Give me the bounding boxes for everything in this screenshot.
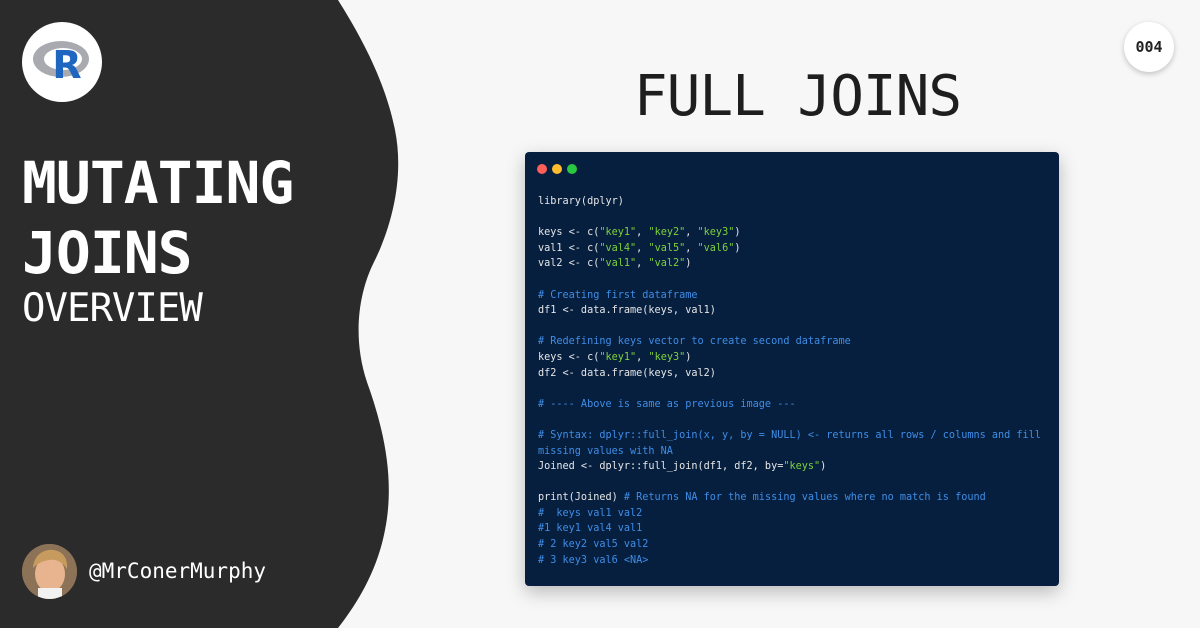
sidebar-title: MUTATING JOINS: [22, 148, 294, 288]
page-title: FULL JOINS: [633, 64, 962, 129]
code-comment: # 2 key2 val5 val2: [538, 539, 649, 551]
code-window: library(dplyr) keys <- c("key1", "key2", …: [525, 152, 1059, 586]
code-text: print(Joined): [538, 492, 624, 504]
code-comment: missing values with NA: [538, 445, 673, 457]
r-logo-letter: R: [52, 43, 81, 87]
code-text: ,: [685, 242, 698, 254]
maximize-dot-icon: [567, 164, 577, 174]
window-controls: [537, 164, 577, 174]
sidebar-title-line2: JOINS: [22, 219, 193, 287]
code-text: ,: [636, 351, 649, 363]
code-line: df1 <- data.frame(keys, val1): [538, 303, 1049, 319]
code-line: print(Joined) # Returns NA for the missi…: [538, 490, 1049, 506]
code-text: ,: [685, 227, 698, 239]
author-handle[interactable]: @MrConerMurphy: [89, 559, 266, 583]
code-line: # keys val1 val2: [538, 506, 1049, 522]
code-string: "val1": [599, 258, 637, 270]
minimize-dot-icon: [552, 164, 562, 174]
code-text: ,: [636, 258, 649, 270]
code-string: "val4": [599, 242, 637, 254]
code-string: "key2": [648, 227, 686, 239]
code-string: "val6": [697, 242, 735, 254]
code-string: "key1": [599, 351, 637, 363]
code-line: # 3 key3 val6 <NA>: [538, 553, 1049, 569]
code-string: "val5": [648, 242, 686, 254]
code-line: # Creating first dataframe: [538, 288, 1049, 304]
code-text: ): [685, 258, 692, 270]
code-line: #1 key1 val4 val1: [538, 521, 1049, 537]
code-line: # 2 key2 val5 val2: [538, 537, 1049, 553]
code-text: ,: [636, 242, 649, 254]
close-dot-icon: [537, 164, 547, 174]
code-text: df2 <- data.frame(keys, val2): [538, 367, 716, 379]
code-text: library(dplyr): [538, 196, 624, 207]
code-line: Joined <- dplyr::full_join(df1, df2, by=…: [538, 459, 1049, 475]
code-text: Joined <- dplyr::full_join(df1, df2, by=: [538, 461, 784, 473]
code-block: library(dplyr) keys <- c("key1", "key2", …: [538, 194, 1049, 568]
code-line: missing values with NA: [538, 444, 1049, 460]
code-string: "key1": [599, 227, 637, 239]
code-comment: #1 key1 val4 val1: [538, 523, 643, 535]
code-text: val2 <- c(: [538, 258, 600, 270]
code-text: val1 <- c(: [538, 242, 600, 254]
code-line: keys <- c("key1", "key3"): [538, 350, 1049, 366]
code-comment: # ---- Above is same as previous image -…: [538, 398, 796, 410]
code-comment: # Creating first dataframe: [538, 289, 698, 301]
r-logo-icon: R: [33, 41, 89, 87]
code-comment: # Redefining keys vector to create secon…: [538, 336, 851, 348]
code-text: ): [734, 227, 741, 239]
code-text: keys <- c(: [538, 227, 600, 239]
code-text: df1 <- data.frame(keys, val1): [538, 305, 716, 317]
code-string: "key3": [697, 227, 735, 239]
code-comment: # 3 key3 val6 <NA>: [538, 554, 649, 566]
code-text: ): [820, 461, 827, 473]
code-text: keys <- c(: [538, 351, 600, 363]
code-text: ,: [636, 227, 649, 239]
code-line: # ---- Above is same as previous image -…: [538, 397, 1049, 413]
code-text: ): [734, 242, 741, 254]
code-line: val2 <- c("val1", "val2"): [538, 256, 1049, 272]
code-string: "key3": [648, 351, 686, 363]
code-line: val1 <- c("val4", "val5", "val6"): [538, 241, 1049, 257]
author-avatar: [22, 544, 77, 599]
r-logo: R: [22, 22, 102, 102]
sidebar-title-line1: MUTATING: [22, 149, 294, 217]
code-string: "val2": [648, 258, 686, 270]
code-comment: # Syntax: dplyr::full_join(x, y, by = NU…: [538, 429, 1041, 441]
code-line: # Redefining keys vector to create secon…: [538, 334, 1049, 350]
code-text: ): [685, 351, 692, 363]
code-comment: # keys val1 val2: [538, 507, 643, 519]
sidebar-subtitle: OVERVIEW: [22, 286, 203, 331]
code-line: keys <- c("key1", "key2", "key3"): [538, 225, 1049, 241]
slide-number-badge: 004: [1124, 22, 1174, 72]
code-comment: # Returns NA for the missing values wher…: [623, 492, 986, 504]
code-line: # Syntax: dplyr::full_join(x, y, by = NU…: [538, 428, 1049, 444]
code-line: df2 <- data.frame(keys, val2): [538, 366, 1049, 382]
code-line: library(dplyr): [538, 194, 1049, 210]
code-string: "keys": [783, 461, 821, 473]
